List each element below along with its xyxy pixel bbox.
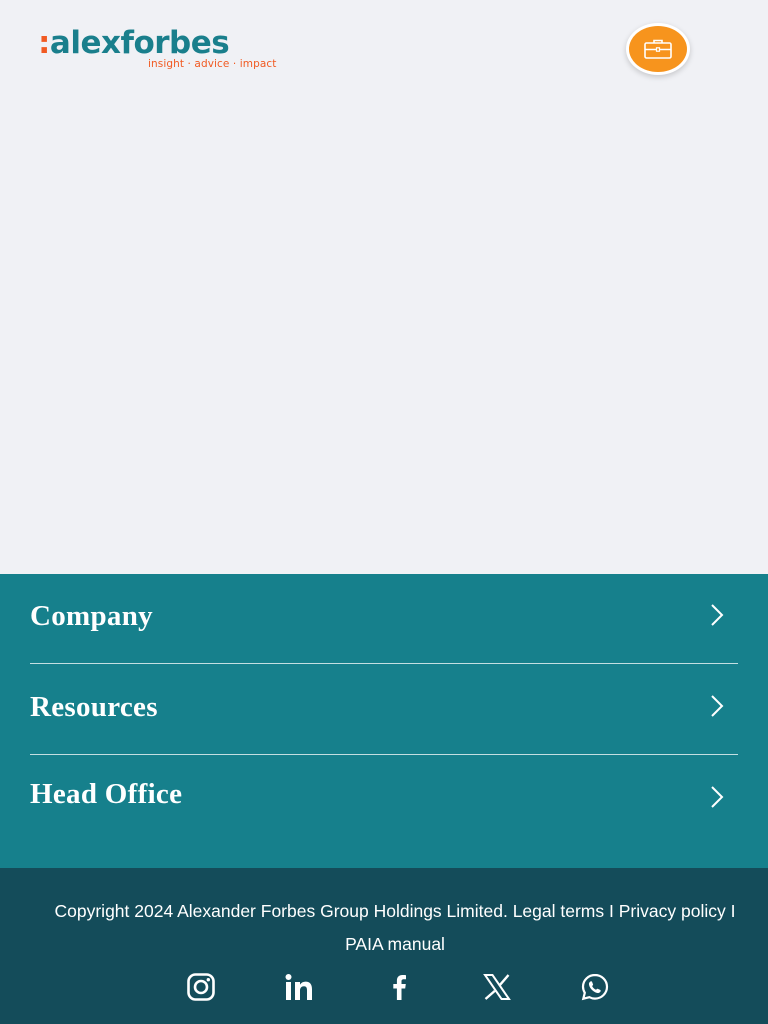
menu-item-label: Resources	[30, 691, 158, 723]
facebook-icon[interactable]	[385, 972, 415, 1002]
logo-name: alexforbes	[49, 25, 230, 61]
link-separator: I	[730, 901, 736, 921]
page: :alexforbes insight · advice · impact Co…	[0, 0, 768, 1024]
x-icon[interactable]	[482, 972, 512, 1002]
logo-colon: :	[38, 25, 50, 61]
briefcase-button[interactable]	[626, 23, 690, 75]
briefcase-icon	[644, 39, 672, 59]
menu-item-company[interactable]: Company	[30, 596, 738, 642]
copyright-text: Copyright 2024 Alexander Forbes Group Ho…	[54, 901, 508, 921]
instagram-icon[interactable]	[186, 972, 216, 1002]
menu-item-label: Head Office	[30, 778, 183, 810]
alexforbes-logo[interactable]: :alexforbes insight · advice · impact	[38, 26, 288, 74]
site-header: :alexforbes insight · advice · impact	[0, 0, 768, 100]
briefcase-button-fill	[629, 26, 687, 72]
logo-tagline: insight · advice · impact	[148, 58, 277, 70]
legal-terms-link[interactable]: Legal terms	[513, 901, 604, 921]
whatsapp-icon[interactable]	[580, 972, 610, 1002]
menu-divider	[30, 754, 738, 755]
copyright-line: Copyright 2024 Alexander Forbes Group Ho…	[22, 895, 768, 961]
menu-item-label: Company	[30, 600, 153, 632]
paia-manual-link[interactable]: PAIA manual	[345, 934, 445, 954]
footer-menu: Company Resources Head Office	[0, 574, 768, 868]
linkedin-icon[interactable]	[284, 972, 314, 1002]
chevron-right-icon	[711, 604, 724, 626]
menu-divider	[30, 663, 738, 664]
chevron-right-icon	[711, 786, 724, 808]
menu-item-head-office[interactable]: Head Office	[30, 774, 738, 820]
logo-wordmark: :alexforbes	[38, 25, 230, 61]
link-separator: I	[609, 901, 614, 921]
privacy-policy-link[interactable]: Privacy policy	[619, 901, 726, 921]
menu-item-resources[interactable]: Resources	[30, 686, 738, 732]
bottom-bar: Copyright 2024 Alexander Forbes Group Ho…	[0, 868, 768, 1024]
chevron-right-icon	[711, 695, 724, 717]
